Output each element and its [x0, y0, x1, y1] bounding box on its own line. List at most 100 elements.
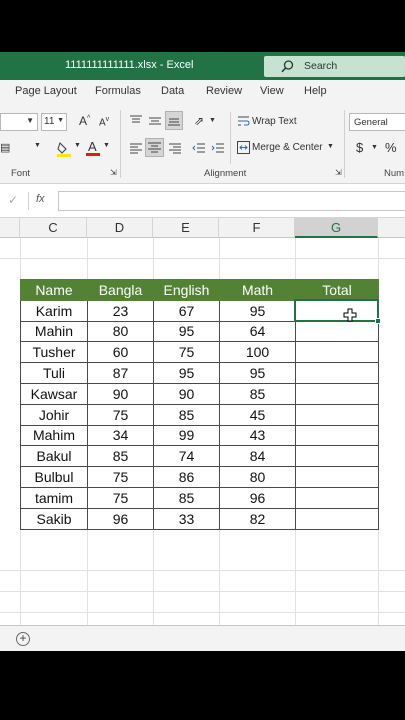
cell-total[interactable] [295, 362, 379, 384]
align-left-icon[interactable] [129, 141, 143, 155]
menu-data[interactable]: Data [161, 85, 184, 97]
header-cell-math[interactable]: Math [219, 279, 296, 301]
cell-total[interactable] [295, 466, 379, 488]
cell-name[interactable]: Kawsar [20, 382, 88, 405]
search-box[interactable]: Search [264, 56, 405, 77]
decrease-font-size-icon[interactable]: Av [99, 116, 109, 128]
cell-english[interactable]: 86 [153, 466, 220, 488]
cell-name[interactable]: tamim [20, 486, 88, 509]
chevron-down-icon[interactable]: ▼ [327, 143, 334, 150]
cell-english[interactable]: 95 [153, 320, 220, 343]
cell-total[interactable] [295, 403, 379, 426]
header-cell-total[interactable]: Total [295, 279, 379, 301]
align-center-button[interactable] [145, 138, 164, 157]
cell-english[interactable]: 75 [153, 341, 220, 364]
cell-english[interactable]: 74 [153, 445, 220, 468]
cell-bangla[interactable]: 34 [87, 424, 154, 447]
cell-bangla[interactable]: 87 [87, 362, 154, 384]
active-cell-selection[interactable] [294, 299, 379, 322]
cell-math[interactable]: 64 [219, 320, 296, 343]
cell-bangla[interactable]: 96 [87, 507, 154, 530]
cell-name[interactable]: Mahim [20, 424, 88, 447]
menu-help[interactable]: Help [304, 85, 327, 97]
worksheet-grid[interactable]: Name Bangla English Math Total Karim 23 67… [0, 238, 405, 625]
column-header-h[interactable] [378, 218, 405, 238]
cell-bangla[interactable]: 85 [87, 445, 154, 468]
formula-input[interactable] [58, 191, 405, 211]
column-header-d[interactable]: D [87, 218, 153, 238]
cell-english[interactable]: 85 [153, 486, 220, 509]
align-bottom-button[interactable] [165, 111, 183, 130]
cell-bangla[interactable]: 75 [87, 466, 154, 488]
chevron-down-icon[interactable]: ▼ [209, 117, 216, 124]
cell-bangla[interactable]: 90 [87, 382, 154, 405]
percent-style-button[interactable]: % [385, 140, 397, 155]
font-name-dropdown[interactable]: ▼ [0, 113, 38, 131]
cell-math[interactable]: 96 [219, 486, 296, 509]
cell-math[interactable]: 43 [219, 424, 296, 447]
cell-name[interactable]: Johir [20, 403, 88, 426]
cell-english[interactable]: 95 [153, 362, 220, 384]
align-middle-icon[interactable] [148, 114, 162, 128]
cell-total[interactable] [295, 445, 379, 468]
cell-name[interactable]: Bulbul [20, 466, 88, 488]
cell-bangla[interactable]: 60 [87, 341, 154, 364]
menu-review[interactable]: Review [206, 85, 242, 97]
cell-name[interactable]: Sakib [20, 507, 88, 530]
align-right-icon[interactable] [168, 141, 182, 155]
column-header-g[interactable]: G [295, 218, 378, 238]
header-cell-english[interactable]: English [153, 279, 220, 301]
cell-math[interactable]: 95 [219, 299, 296, 322]
menu-view[interactable]: View [260, 85, 284, 97]
add-sheet-button[interactable]: + [16, 632, 30, 646]
cell-math[interactable]: 84 [219, 445, 296, 468]
cell-name[interactable]: Bakul [20, 445, 88, 468]
increase-font-size-icon[interactable]: A^ [79, 114, 90, 128]
cell-math[interactable]: 82 [219, 507, 296, 530]
merge-center-icon[interactable] [237, 141, 250, 154]
cell-english[interactable]: 85 [153, 403, 220, 426]
column-header-e[interactable]: E [153, 218, 219, 238]
cell-english[interactable]: 33 [153, 507, 220, 530]
header-cell-bangla[interactable]: Bangla [87, 279, 154, 301]
cell-total[interactable] [295, 507, 379, 530]
cell-english[interactable]: 90 [153, 382, 220, 405]
cell-bangla[interactable]: 75 [87, 486, 154, 509]
insert-function-button[interactable]: fx [36, 193, 45, 205]
align-top-icon[interactable] [129, 114, 143, 128]
cell-math[interactable]: 85 [219, 382, 296, 405]
fill-handle[interactable] [375, 318, 381, 324]
cell-english[interactable]: 67 [153, 299, 220, 322]
cell-name[interactable]: Karim [20, 299, 88, 322]
wrap-text-icon[interactable] [237, 115, 250, 128]
decrease-indent-icon[interactable] [192, 141, 206, 155]
cell-english[interactable]: 99 [153, 424, 220, 447]
column-header-f[interactable]: F [219, 218, 295, 238]
orientation-icon[interactable]: ⇗ [194, 114, 204, 128]
cell-total[interactable] [295, 320, 379, 343]
cell-total[interactable] [295, 341, 379, 364]
menu-formulas[interactable]: Formulas [95, 85, 141, 97]
merge-center-button[interactable]: Merge & Center [252, 142, 323, 153]
chevron-down-icon[interactable]: ▼ [103, 142, 110, 149]
wrap-text-button[interactable]: Wrap Text [252, 116, 297, 127]
font-size-dropdown[interactable]: 11 ▼ [41, 113, 67, 131]
alignment-dialog-launcher-icon[interactable]: ⇲ [335, 168, 342, 177]
cancel-entry-icon[interactable]: ✓ [8, 193, 18, 207]
cell-total[interactable] [295, 382, 379, 405]
cell-total[interactable] [295, 486, 379, 509]
chevron-down-icon[interactable]: ▼ [34, 142, 41, 149]
cell-name[interactable]: Tusher [20, 341, 88, 364]
increase-indent-icon[interactable] [211, 141, 225, 155]
chevron-down-icon[interactable]: ▼ [371, 144, 378, 151]
fill-color-icon[interactable] [57, 141, 71, 157]
accounting-format-button[interactable]: $ [356, 140, 363, 155]
cell-name[interactable]: Tuli [20, 362, 88, 384]
cell-bangla[interactable]: 75 [87, 403, 154, 426]
number-format-dropdown[interactable]: General [349, 113, 405, 131]
cell-bangla[interactable]: 23 [87, 299, 154, 322]
font-dialog-launcher-icon[interactable]: ⇲ [110, 168, 117, 177]
cell-math[interactable]: 45 [219, 403, 296, 426]
menu-page-layout[interactable]: Page Layout [15, 85, 77, 97]
header-cell-name[interactable]: Name [20, 279, 88, 301]
